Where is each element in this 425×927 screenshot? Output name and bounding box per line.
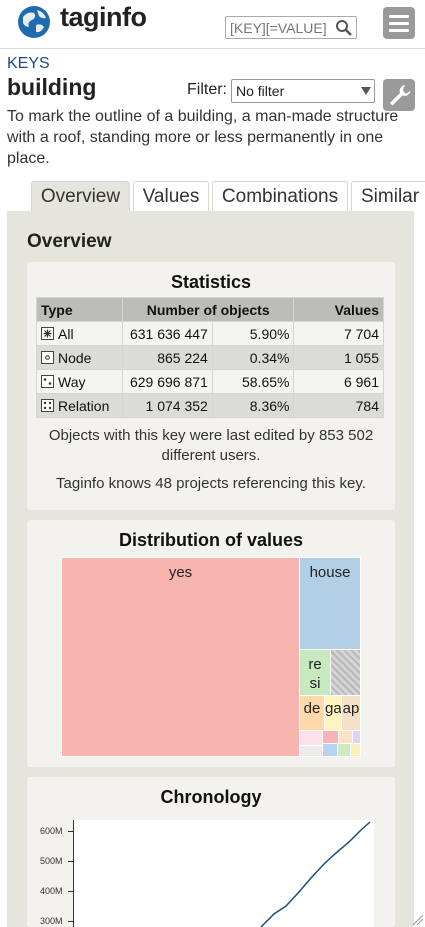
percent-cell: 5.90% (211, 321, 295, 346)
tab-combinations[interactable]: Combinations (212, 181, 348, 211)
percent-cell: 8.36% (211, 393, 295, 418)
column-header-values: Values (293, 297, 384, 322)
filter-select[interactable]: No filter (231, 79, 375, 103)
node-icon (41, 350, 54, 364)
y-tick-mark (68, 891, 73, 892)
key-description: To mark the outline of a building, a man… (7, 108, 399, 167)
search-icon[interactable] (335, 19, 352, 36)
treemap-cell-detached[interactable]: de (299, 695, 325, 731)
y-tick-label: 600M (40, 826, 63, 836)
y-tick-label: 300M (40, 916, 63, 926)
percent-cell: 58.65% (211, 369, 295, 394)
y-tick-label: 400M (40, 886, 63, 896)
treemap-cell-small[interactable] (352, 730, 361, 744)
treemap-cell-small[interactable] (337, 743, 351, 757)
treemap-cell-apartments[interactable]: ap (341, 695, 361, 731)
users-note: Objects with this key were last edited b… (48, 427, 374, 464)
values-cell[interactable]: 6 961 (293, 369, 384, 394)
treemap-cell-other[interactable] (330, 649, 361, 696)
values-cell[interactable]: 784 (293, 393, 384, 418)
globe-icon[interactable] (17, 5, 51, 39)
resize-grip-icon[interactable] (411, 913, 423, 925)
percent-cell: 0.34% (211, 345, 295, 370)
treemap-cell-house[interactable]: house (299, 557, 361, 650)
type-label: Node (58, 349, 92, 366)
statistics-table: Type Number of objects Values All 631 63… (36, 297, 384, 418)
chronology-line (260, 821, 371, 927)
treemap-cell-small[interactable] (338, 730, 353, 744)
treemap-cell-residential[interactable]: resi (299, 649, 331, 696)
count-cell: 631 636 447 (121, 321, 213, 346)
treemap-cell-garage[interactable]: ga (324, 695, 342, 731)
count-cell: 1 074 352 (121, 393, 213, 418)
filter-label: Filter: (187, 81, 227, 98)
treemap-cell-small[interactable] (299, 730, 323, 746)
table-header-row: Type Number of objects Values (36, 297, 384, 322)
type-cell: Relation (36, 393, 123, 418)
type-cell: Node (36, 345, 123, 370)
breadcrumb-keys[interactable]: KEYS (7, 55, 50, 73)
y-tick-mark (68, 831, 73, 832)
page-title: building (7, 74, 97, 100)
top-bar: taginfo (0, 0, 425, 49)
type-cell: Way (36, 369, 123, 394)
type-label: All (58, 325, 74, 342)
type-cell: All (36, 321, 123, 346)
count-cell: 865 224 (121, 345, 213, 370)
type-label: Way (58, 373, 86, 390)
statistics-title: Statistics (170, 272, 252, 292)
y-tick-mark (68, 861, 73, 862)
values-cell[interactable]: 7 704 (293, 321, 384, 346)
treemap-cell-yes[interactable]: yes (61, 557, 300, 757)
search-box[interactable] (225, 16, 357, 39)
relation-icon (41, 398, 54, 412)
table-row: All 631 636 447 5.90% 7 704 (36, 321, 384, 346)
treemap-cell-small[interactable] (322, 730, 339, 744)
treemap: yes house resi de ga ap (61, 557, 361, 757)
chronology-title: Chronology (160, 787, 262, 807)
tab-overview[interactable]: Overview (31, 181, 130, 212)
treemap-cell-small[interactable] (322, 743, 338, 757)
y-tick-label: 500M (40, 856, 63, 866)
column-header-objects: Number of objects (121, 297, 295, 322)
count-cell: 629 696 871 (121, 369, 213, 394)
values-cell[interactable]: 1 055 (293, 345, 384, 370)
filter-selected-value: No filter (236, 83, 285, 99)
table-row: Relation 1 074 352 8.36% 784 (36, 393, 384, 418)
section-title: Overview (27, 231, 112, 252)
hamburger-menu-icon[interactable] (383, 7, 415, 39)
treemap-cell-small[interactable] (350, 743, 361, 757)
treemap-cell-small[interactable] (299, 745, 323, 757)
chronology-chart (73, 820, 374, 927)
tab-values[interactable]: Values (133, 181, 209, 211)
way-icon (41, 374, 54, 388)
chevron-down-icon (361, 87, 371, 95)
tab-bar: Overview Values Combinations Similar (0, 181, 425, 212)
search-input[interactable] (230, 17, 330, 38)
projects-note: Taginfo knows 48 projects referencing th… (56, 475, 366, 492)
distribution-title: Distribution of values (118, 530, 304, 550)
table-row: Way 629 696 871 58.65% 6 961 (36, 369, 384, 394)
all-types-icon (41, 326, 54, 340)
y-tick-mark (68, 921, 73, 922)
table-row: Node 865 224 0.34% 1 055 (36, 345, 384, 370)
tab-similar[interactable]: Similar (351, 181, 425, 211)
logo-text[interactable]: taginfo (60, 2, 147, 33)
column-header-type: Type (36, 297, 123, 322)
type-label: Relation (58, 397, 110, 414)
